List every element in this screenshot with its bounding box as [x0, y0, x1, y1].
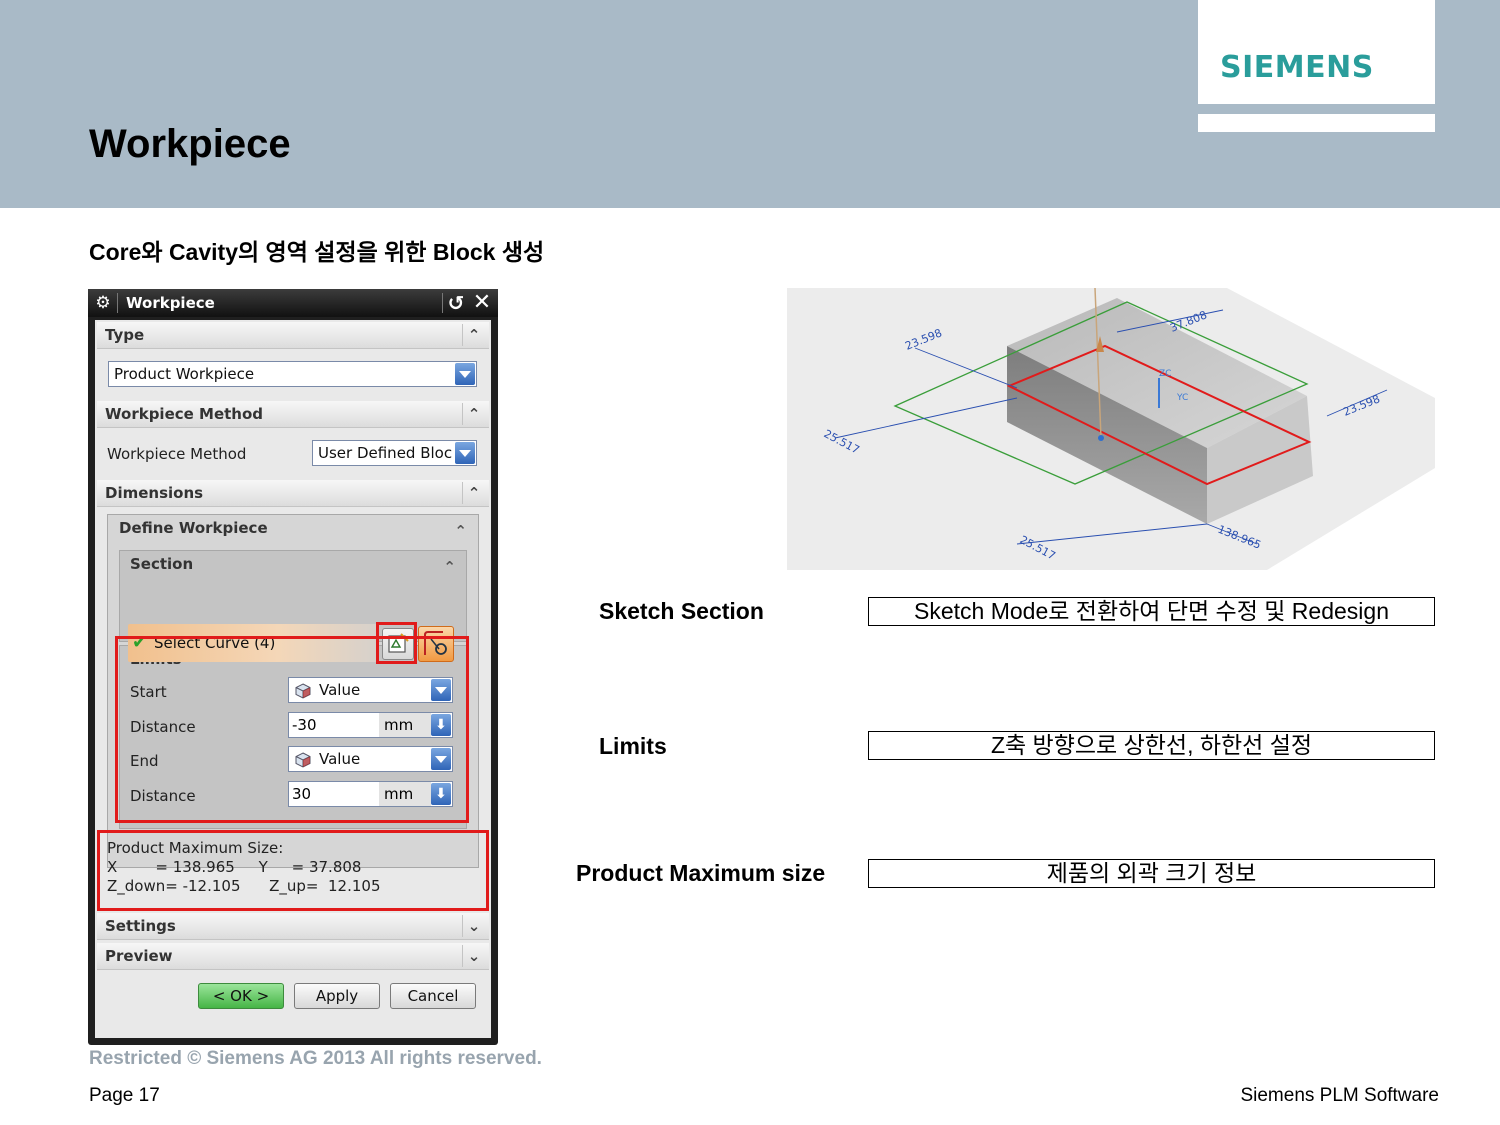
chevron-down-icon[interactable]: ⌄ — [462, 945, 485, 967]
origin-point — [1098, 435, 1104, 441]
limits-highlight — [115, 636, 469, 823]
type-select-value: Product Workpiece — [114, 365, 255, 383]
logo-underline — [1198, 114, 1435, 132]
slide-title: Workpiece — [89, 122, 291, 166]
method-select-value: User Defined Block — [318, 444, 453, 462]
chevron-up-icon[interactable]: ⌃ — [462, 324, 485, 346]
method-select[interactable]: User Defined Block — [312, 440, 477, 466]
company-name: Siemens PLM Software — [1240, 1085, 1439, 1106]
group-dimensions-label: Dimensions — [105, 484, 204, 502]
reset-icon[interactable]: ↺ — [446, 291, 466, 315]
cad-viewport[interactable]: ZC YC 23.598 37.808 23.598 25.517 25.517… — [787, 287, 1435, 570]
header-band: SIEMENS Workpiece — [0, 0, 1500, 208]
group-method-header[interactable]: Workpiece Method ⌃ — [97, 401, 489, 428]
page-number: Page 17 — [89, 1085, 160, 1106]
chevron-down-icon[interactable]: ⌄ — [462, 915, 485, 937]
section-label: Section — [130, 555, 194, 573]
dialog-titlebar: ⚙ Workpiece ↺ ✕ — [88, 289, 498, 317]
axis-label-yc: YC — [1176, 393, 1188, 403]
gear-icon[interactable]: ⚙ — [93, 293, 113, 313]
chevron-up-icon[interactable]: ⌃ — [454, 522, 467, 540]
group-preview-label: Preview — [105, 947, 173, 965]
define-workpiece-header[interactable]: Define Workpiece ⌃ — [119, 519, 473, 545]
group-preview-header[interactable]: Preview ⌄ — [97, 943, 489, 970]
chevron-up-icon[interactable]: ⌃ — [462, 403, 485, 425]
titlebar-divider — [442, 293, 443, 313]
cancel-button[interactable]: Cancel — [390, 983, 476, 1009]
chevron-up-icon[interactable]: ⌃ — [443, 558, 456, 576]
dropdown-arrow-icon[interactable] — [455, 442, 475, 464]
ok-button[interactable]: < OK > — [198, 983, 284, 1009]
group-type-label: Type — [105, 326, 145, 344]
section-header[interactable]: Section ⌃ — [130, 555, 462, 581]
group-type-header[interactable]: Type ⌃ — [97, 322, 489, 349]
group-dimensions-header[interactable]: Dimensions ⌃ — [97, 480, 489, 507]
dropdown-arrow-icon[interactable] — [455, 363, 475, 385]
group-method-label: Workpiece Method — [105, 405, 264, 423]
method-row-label: Workpiece Method — [107, 445, 247, 463]
workpiece-dialog: ⚙ Workpiece ↺ ✕ Type ⌃ Product Workpiece… — [88, 289, 498, 1045]
dialog-title: Workpiece — [126, 294, 215, 312]
close-icon[interactable]: ✕ — [471, 291, 493, 315]
logo-box: SIEMENS — [1198, 0, 1435, 104]
axis-label-zc: ZC — [1159, 369, 1171, 379]
chevron-up-icon[interactable]: ⌃ — [462, 482, 485, 504]
annotation-label-limits: Limits — [599, 733, 667, 759]
slide-subtitle: Core와 Cavity의 영역 설정을 위한 Block 생성 — [89, 239, 545, 265]
annotation-label-sketch: Sketch Section — [599, 598, 764, 624]
group-settings-header[interactable]: Settings ⌄ — [97, 913, 489, 940]
annotation-desc-sketch: Sketch Mode로 전환하여 단면 수정 및 Redesign — [868, 597, 1435, 626]
copyright-text: Restricted © Siemens AG 2013 All rights … — [89, 1048, 542, 1069]
annotation-desc-limits: Z축 방향으로 상한선, 하한선 설정 — [868, 731, 1435, 760]
define-workpiece-label: Define Workpiece — [119, 519, 268, 537]
group-settings-label: Settings — [105, 917, 176, 935]
workpiece-block-view: ZC YC 23.598 37.808 23.598 25.517 25.517… — [787, 287, 1435, 570]
annotation-desc-maxsize: 제품의 외곽 크기 정보 — [868, 859, 1435, 888]
titlebar-divider — [117, 293, 118, 313]
dialog-body: Type ⌃ Product Workpiece Workpiece Metho… — [95, 320, 491, 1038]
apply-button[interactable]: Apply — [294, 983, 380, 1009]
annotation-label-maxsize: Product Maximum size — [576, 860, 826, 886]
siemens-logo: SIEMENS — [1220, 50, 1374, 85]
max-size-highlight — [97, 830, 489, 911]
type-select[interactable]: Product Workpiece — [108, 361, 477, 387]
